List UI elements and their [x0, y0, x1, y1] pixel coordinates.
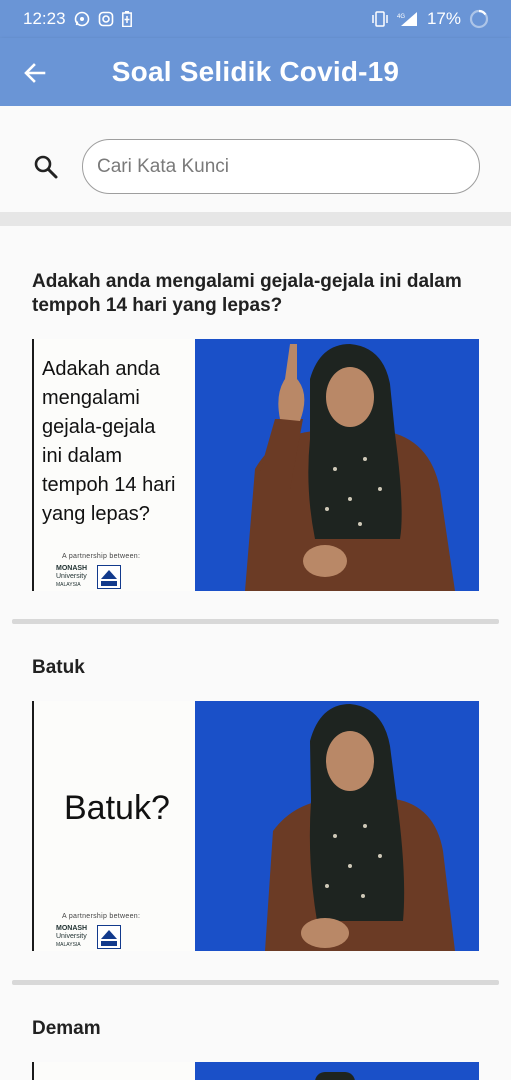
- app-bar: Soal Selidik Covid-19: [0, 38, 511, 106]
- item-title[interactable]: Adakah anda mengalami gejala-gejala ini …: [32, 270, 472, 318]
- status-time: 12:23: [23, 9, 66, 28]
- item-title[interactable]: Demam: [32, 1017, 101, 1041]
- search-field[interactable]: [82, 139, 480, 194]
- section-separator: [0, 212, 511, 226]
- battery-saver-icon: [121, 11, 132, 27]
- signer-figure: [315, 1072, 355, 1080]
- vibrate-icon: [371, 11, 389, 27]
- sign-video-thumbnail[interactable]: [32, 1062, 479, 1080]
- whatsapp-icon: [74, 11, 90, 27]
- video-background: [195, 339, 479, 591]
- partner-logos: MONASH University MALAYSIA: [56, 925, 122, 949]
- search-input[interactable]: [97, 152, 467, 182]
- item-title[interactable]: Batuk: [32, 656, 85, 680]
- monash-logo: MONASH University MALAYSIA: [56, 925, 88, 948]
- caption-panel: Batuk? A partnership between: MONASH Uni…: [32, 701, 196, 951]
- signal-4g-icon: 4G: [397, 11, 419, 27]
- mfd-logo: [97, 925, 122, 949]
- video-background: [195, 1062, 479, 1080]
- search-icon[interactable]: [33, 154, 59, 180]
- signer-figure: [245, 344, 455, 591]
- battery-icon: [469, 9, 489, 29]
- mfd-logo: [97, 565, 122, 589]
- video-background: [195, 701, 479, 951]
- caption-text: Batuk?: [64, 789, 170, 827]
- monash-logo: MONASH University MALAYSIA: [56, 565, 88, 588]
- partnership-text: A partnership between:: [62, 913, 141, 920]
- caption-panel: [32, 1062, 196, 1080]
- sign-video-thumbnail[interactable]: Batuk? A partnership between: MONASH Uni…: [32, 701, 479, 951]
- signer-figure: [265, 704, 455, 951]
- item-divider: [12, 980, 499, 985]
- sign-video-thumbnail[interactable]: Adakah anda mengalami gejala-gejala ini …: [32, 339, 479, 591]
- item-divider: [12, 619, 499, 624]
- svg-text:4G: 4G: [397, 14, 405, 20]
- status-bar: 12:23 4G 17%: [0, 0, 511, 38]
- battery-percentage: 17%: [426, 9, 461, 28]
- caption-text: Adakah anda mengalami gejala-gejala ini …: [42, 358, 176, 525]
- caption-panel: Adakah anda mengalami gejala-gejala ini …: [32, 339, 196, 591]
- search-bar: [0, 106, 511, 212]
- partnership-text: A partnership between:: [62, 553, 141, 560]
- partner-logos: MONASH University MALAYSIA: [56, 565, 122, 589]
- instagram-icon: [98, 11, 114, 27]
- page-title: Soal Selidik Covid-19: [111, 56, 400, 87]
